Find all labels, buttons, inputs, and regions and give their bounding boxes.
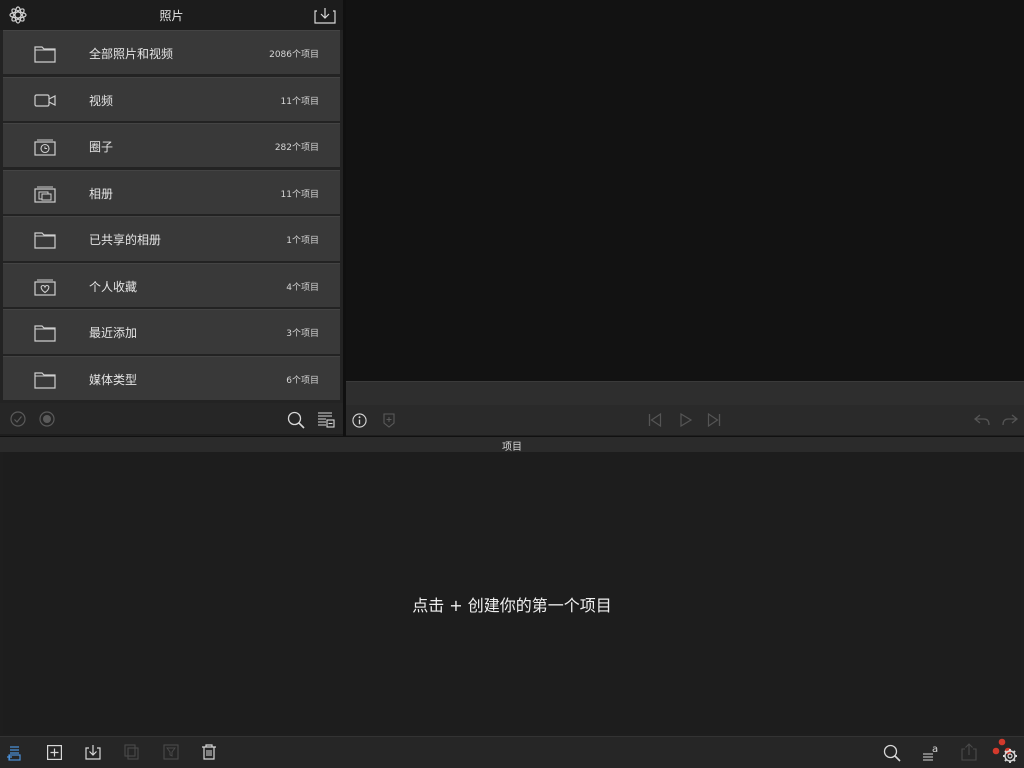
trash-icon[interactable] — [201, 744, 217, 760]
album-count: 6个项目 — [286, 375, 319, 386]
album-row[interactable]: 全部照片和视频 2086个项目 — [3, 30, 340, 75]
undo-icon[interactable] — [973, 413, 991, 427]
search-icon[interactable] — [287, 411, 305, 429]
album-count: 2086个项目 — [269, 50, 319, 60]
album-count: 11个项目 — [280, 96, 319, 107]
share-icon[interactable] — [961, 743, 977, 761]
album-name: 相册 — [89, 186, 114, 201]
album-name: 视频 — [89, 93, 114, 108]
empty-projects-message: 点击 + 创建你的第一个项目 — [412, 596, 612, 615]
play-icon[interactable] — [679, 413, 693, 427]
folder-icon — [34, 372, 56, 389]
photo-album-icon — [34, 186, 56, 203]
select-checkmark-icon[interactable] — [10, 411, 26, 427]
library-footer — [0, 403, 343, 434]
duplicate-icon[interactable] — [124, 744, 140, 760]
album-row[interactable]: 相册 11个项目 — [3, 169, 340, 214]
video-camera-icon — [34, 93, 56, 107]
album-count: 282个项目 — [274, 143, 319, 154]
sort-text-icon[interactable]: a — [921, 743, 941, 763]
clock-album-icon — [34, 139, 56, 156]
library-title: 照片 — [159, 9, 184, 23]
heart-album-icon — [34, 279, 56, 296]
album-count: 11个项目 — [280, 189, 319, 200]
new-project-icon[interactable] — [6, 744, 24, 762]
album-count: 3个项目 — [286, 329, 319, 340]
viewer-controls — [346, 405, 1024, 435]
album-name: 已共享的相册 — [89, 233, 162, 248]
search-projects-icon[interactable] — [883, 744, 901, 762]
folder-icon — [34, 325, 56, 342]
album-name: 圈子 — [89, 140, 114, 155]
folder-icon — [34, 232, 56, 249]
add-icon[interactable] — [47, 745, 62, 760]
media-viewer — [346, 0, 1024, 381]
bottom-toolbar: a — [0, 736, 1024, 768]
info-icon[interactable] — [352, 413, 367, 428]
list-options-icon[interactable] — [317, 411, 335, 429]
album-row[interactable]: 圈子 282个项目 — [3, 123, 340, 168]
album-name: 全部照片和视频 — [89, 47, 174, 61]
projects-area[interactable]: 点击 + 创建你的第一个项目 — [3, 452, 1021, 734]
album-row[interactable]: 最近添加 3个项目 — [3, 309, 340, 354]
album-name: 最近添加 — [89, 326, 138, 341]
projects-title: 项目 — [502, 442, 522, 453]
import-icon[interactable] — [314, 6, 336, 24]
filter-icon[interactable] — [163, 744, 179, 760]
skip-back-icon[interactable] — [648, 413, 662, 427]
album-name: 个人收藏 — [89, 279, 138, 294]
library-header: 照片 — [0, 0, 343, 30]
record-icon[interactable] — [39, 411, 55, 427]
viewer-timeline-strip[interactable] — [346, 381, 1024, 405]
photo-library-panel: 照片 全部照片和视频 2086个项目 视频 11个项目 圈子 282个项目 相册 11个项目已… — [0, 0, 343, 434]
import-project-icon[interactable] — [85, 744, 101, 760]
svg-text:a: a — [932, 744, 938, 755]
album-list: 全部照片和视频 2086个项目 视频 11个项目 圈子 282个项目 相册 11个项目 已共享的… — [3, 30, 340, 402]
folder-icon — [34, 46, 56, 63]
album-count: 1个项目 — [286, 236, 319, 247]
album-row[interactable]: 个人收藏 4个项目 — [3, 262, 340, 308]
settings-gear-icon[interactable] — [991, 737, 1021, 767]
bookmark-icon[interactable] — [383, 413, 395, 428]
album-count: 4个项目 — [286, 282, 319, 293]
album-row[interactable]: 已共享的相册 1个项目 — [3, 216, 340, 261]
redo-icon[interactable] — [1001, 413, 1019, 427]
album-row[interactable]: 媒体类型 6个项目 — [3, 355, 340, 401]
projects-header: 项目 — [0, 436, 1024, 453]
skip-forward-icon[interactable] — [707, 413, 721, 427]
album-name: 媒体类型 — [89, 372, 138, 387]
album-row[interactable]: 视频 11个项目 — [3, 76, 340, 121]
